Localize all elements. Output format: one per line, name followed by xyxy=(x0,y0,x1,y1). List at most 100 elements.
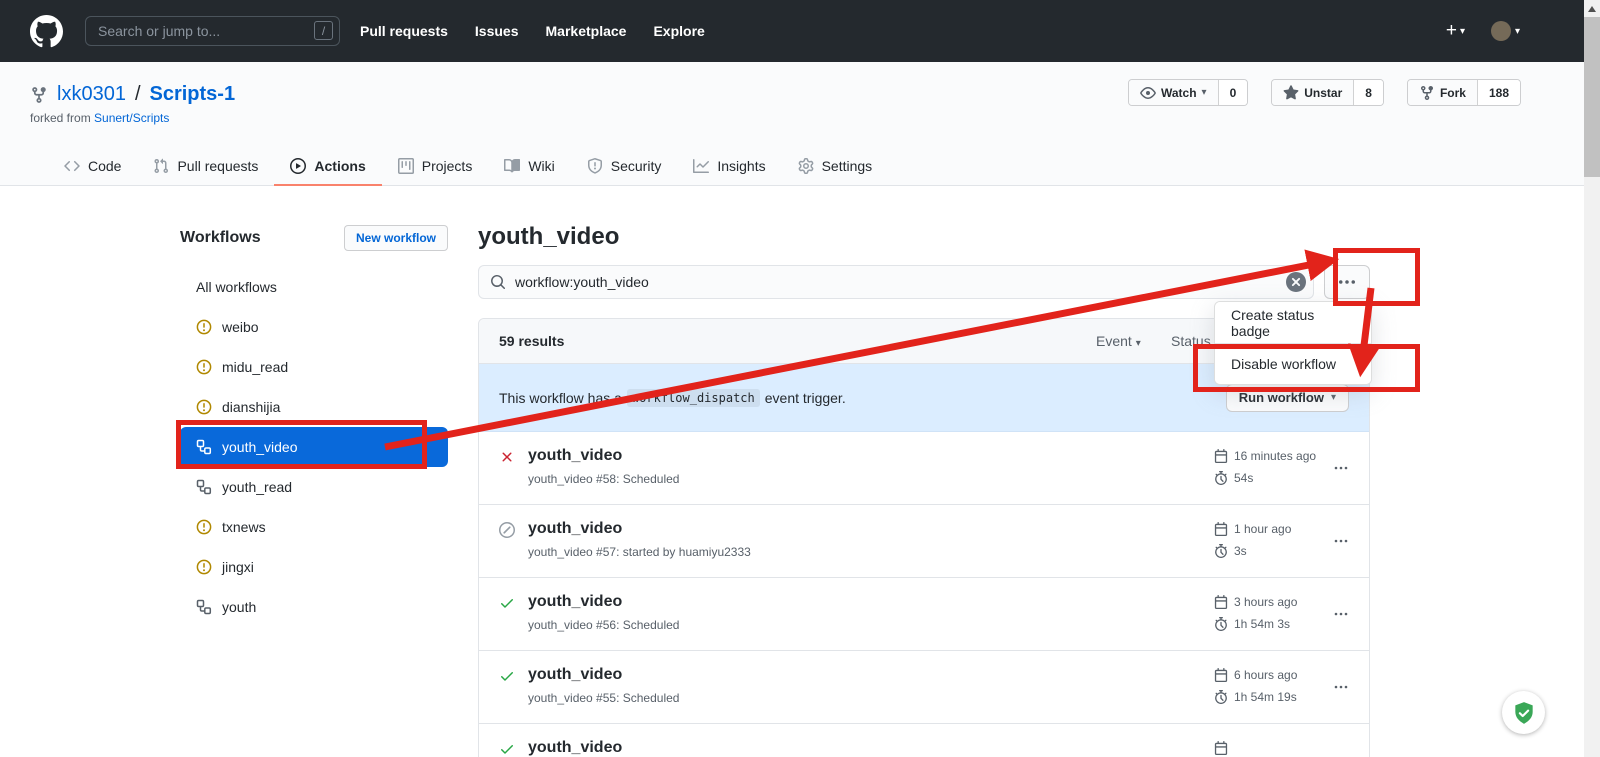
run-row: youth_video xyxy=(479,724,1369,757)
run-info: youth_video youth_video #58: Scheduled xyxy=(528,447,679,486)
watch-label: Watch xyxy=(1161,86,1197,100)
kebab-horizontal-icon xyxy=(1333,533,1349,549)
repo-name-link[interactable]: Scripts-1 xyxy=(150,83,236,106)
run-row: youth_video youth_video #57: started by … xyxy=(479,505,1369,578)
run-title-link[interactable]: youth_video xyxy=(528,666,679,684)
sidebar-item-midu-read[interactable]: midu_read xyxy=(180,347,448,387)
repo-owner-link[interactable]: lxk0301 xyxy=(57,83,126,106)
menu-item-disable-workflow[interactable]: Disable workflow xyxy=(1215,343,1371,384)
filter-row xyxy=(478,265,1370,299)
nav-marketplace[interactable]: Marketplace xyxy=(546,23,627,39)
sidebar-item-youth[interactable]: youth xyxy=(180,587,448,627)
menu-item-create-status-badge[interactable]: Create status badge xyxy=(1215,302,1371,343)
run-options-button[interactable] xyxy=(1329,602,1353,629)
tab-insights[interactable]: Insights xyxy=(677,147,781,186)
tab-settings[interactable]: Settings xyxy=(782,147,889,186)
alert-icon xyxy=(196,319,212,335)
calendar-icon xyxy=(1214,449,1228,463)
check-success-icon xyxy=(499,741,515,757)
run-options-button[interactable] xyxy=(1329,529,1353,556)
fork-button[interactable]: Fork xyxy=(1408,80,1477,105)
fork-label: Fork xyxy=(1440,86,1466,100)
workflow-options-button[interactable] xyxy=(1324,265,1370,299)
kebab-horizontal-icon xyxy=(1333,606,1349,622)
fork-count[interactable]: 188 xyxy=(1477,80,1520,105)
sidebar-item-dianshijia[interactable]: dianshijia xyxy=(180,387,448,427)
tab-projects[interactable]: Projects xyxy=(382,147,489,186)
run-duration: 1h 54m 19s xyxy=(1234,690,1297,704)
tab-security[interactable]: Security xyxy=(571,147,678,186)
status-filter-dropdown[interactable]: Status ▾ xyxy=(1171,333,1220,349)
stopwatch-icon xyxy=(1214,690,1228,704)
sidebar-item-weibo[interactable]: weibo xyxy=(180,307,448,347)
run-options-button[interactable] xyxy=(1329,675,1353,702)
watch-count[interactable]: 0 xyxy=(1218,80,1248,105)
kebab-horizontal-icon xyxy=(1337,272,1357,292)
tab-actions[interactable]: Actions xyxy=(274,147,381,186)
header-search: / xyxy=(85,16,340,46)
sidebar-item-all-workflows[interactable]: All workflows xyxy=(180,267,448,307)
event-filter-dropdown[interactable]: Event ▾ xyxy=(1096,333,1141,349)
repo-forked-icon xyxy=(30,86,48,104)
tab-pull-requests[interactable]: Pull requests xyxy=(137,147,274,186)
sidebar-item-label: txnews xyxy=(222,519,266,535)
sidebar-item-jingxi[interactable]: jingxi xyxy=(180,547,448,587)
run-subtitle: youth_video #58: Scheduled xyxy=(528,472,679,486)
clear-filter-button[interactable] xyxy=(1286,272,1306,292)
star-button-group: Unstar 8 xyxy=(1271,79,1384,106)
repo-social-buttons: Watch ▾ 0 Unstar 8 Fork 188 xyxy=(1128,79,1521,106)
fork-source-link[interactable]: Sunert/Scripts xyxy=(94,111,169,125)
run-meta: 6 hours ago 1h 54m 19s xyxy=(1214,664,1297,708)
calendar-icon xyxy=(1214,668,1228,682)
run-workflow-label: Run workflow xyxy=(1239,390,1324,405)
tab-label: Pull requests xyxy=(177,158,258,174)
avatar xyxy=(1491,21,1511,41)
star-count[interactable]: 8 xyxy=(1353,80,1383,105)
run-meta xyxy=(1214,737,1234,757)
x-circle-icon xyxy=(1286,272,1306,292)
run-workflow-button[interactable]: Run workflow ▾ xyxy=(1226,384,1349,412)
tab-label: Security xyxy=(611,158,662,174)
create-new-menu[interactable]: +▾ xyxy=(1446,20,1465,42)
browser-scrollbar[interactable] xyxy=(1584,0,1600,757)
nav-explore[interactable]: Explore xyxy=(653,23,704,39)
alert-icon xyxy=(196,519,212,535)
run-duration: 1h 54m 3s xyxy=(1234,617,1290,631)
run-options-button[interactable] xyxy=(1329,456,1353,483)
unstar-button[interactable]: Unstar xyxy=(1272,80,1353,105)
workflow-icon xyxy=(196,439,212,455)
scrollbar-thumb[interactable] xyxy=(1584,17,1600,177)
new-workflow-button[interactable]: New workflow xyxy=(344,225,448,251)
forked-from-line: forked from Sunert/Scripts xyxy=(30,111,169,125)
user-menu[interactable]: ▾ xyxy=(1491,21,1520,41)
sidebar-item-youth-read[interactable]: youth_read xyxy=(180,467,448,507)
run-title-link[interactable]: youth_video xyxy=(528,739,622,757)
alert-icon xyxy=(196,359,212,375)
scrollbar-up-arrow[interactable] xyxy=(1584,0,1600,17)
sidebar-item-txnews[interactable]: txnews xyxy=(180,507,448,547)
watch-button[interactable]: Watch ▾ xyxy=(1129,80,1218,105)
green-shield-icon xyxy=(1511,700,1537,726)
book-icon xyxy=(504,158,520,174)
run-info: youth_video youth_video #57: started by … xyxy=(528,520,751,559)
run-subtitle: youth_video #57: started by huamiyu2333 xyxy=(528,545,751,559)
github-logo-icon[interactable] xyxy=(30,15,63,48)
run-meta: 1 hour ago 3s xyxy=(1214,518,1291,562)
run-duration: 3s xyxy=(1234,544,1247,558)
header-search-input[interactable] xyxy=(85,16,340,46)
nav-issues[interactable]: Issues xyxy=(475,23,519,39)
tab-code[interactable]: Code xyxy=(48,147,137,186)
run-title-link[interactable]: youth_video xyxy=(528,593,679,611)
run-title-link[interactable]: youth_video xyxy=(528,520,751,538)
nav-pull-requests[interactable]: Pull requests xyxy=(360,23,448,39)
tab-wiki[interactable]: Wiki xyxy=(488,147,570,186)
run-row: youth_video youth_video #58: Scheduled 1… xyxy=(479,432,1369,505)
fork-button-group: Fork 188 xyxy=(1407,79,1521,106)
run-title-link[interactable]: youth_video xyxy=(528,447,679,465)
sidebar-item-youth-video[interactable]: youth_video xyxy=(180,427,448,467)
shield-icon xyxy=(587,158,603,174)
calendar-icon xyxy=(1214,595,1228,609)
cancelled-icon xyxy=(499,522,515,538)
workflow-filter-input[interactable] xyxy=(478,265,1314,299)
extension-shield-badge[interactable] xyxy=(1502,691,1545,734)
